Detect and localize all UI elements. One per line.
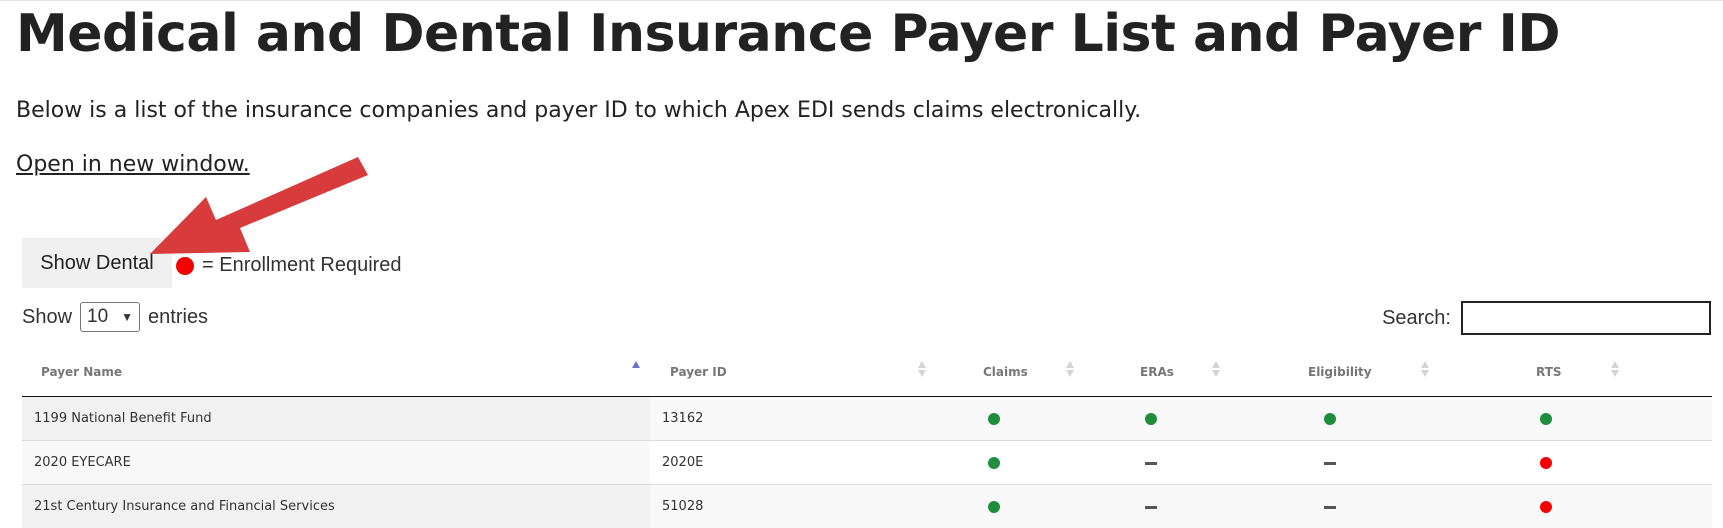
rts-cell bbox=[1438, 484, 1712, 528]
status-icon bbox=[1540, 501, 1552, 513]
payer-name: 1199 National Benefit Fund bbox=[34, 411, 212, 426]
rts-cell bbox=[1438, 396, 1712, 441]
eligibility-cell bbox=[1228, 440, 1438, 485]
column-label: Claims bbox=[983, 365, 1028, 379]
status-icon bbox=[1145, 506, 1157, 509]
payer-id: 51028 bbox=[662, 499, 704, 514]
status-icon bbox=[1145, 462, 1157, 465]
table-header-row: Payer Name Payer ID Claims ERAs Eligibil… bbox=[22, 350, 1712, 397]
column-label: Payer ID bbox=[670, 365, 727, 379]
entries-length-control: Show 10 ▼ entries bbox=[22, 302, 208, 332]
column-label: Payer Name bbox=[41, 365, 123, 379]
column-label: RTS bbox=[1536, 365, 1562, 379]
column-label: Eligibility bbox=[1308, 365, 1372, 379]
claims-cell bbox=[912, 396, 1072, 441]
chevron-down-icon: ▼ bbox=[121, 310, 134, 324]
rts-cell bbox=[1438, 440, 1712, 485]
payer-id: 13162 bbox=[662, 411, 704, 426]
eligibility-cell bbox=[1228, 484, 1438, 528]
claims-cell bbox=[912, 484, 1072, 528]
payer-name: 2020 EYECARE bbox=[34, 455, 131, 470]
search-input[interactable] bbox=[1461, 301, 1711, 335]
column-header-payer-name[interactable]: Payer Name bbox=[22, 350, 650, 397]
table-row[interactable]: 21st Century Insurance and Financial Ser… bbox=[22, 484, 1712, 528]
status-icon bbox=[988, 413, 1000, 425]
show-label: Show bbox=[22, 305, 73, 328]
sort-icon bbox=[1212, 361, 1220, 379]
entries-label: entries bbox=[148, 305, 209, 328]
status-icon bbox=[1540, 413, 1552, 425]
status-icon bbox=[988, 457, 1000, 469]
legend-text: = Enrollment Required bbox=[202, 254, 402, 276]
enrollment-required-dot-icon bbox=[176, 256, 194, 275]
table-row[interactable]: 1199 National Benefit Fund 13162 bbox=[22, 396, 1712, 441]
enrollment-legend: = Enrollment Required bbox=[176, 254, 402, 277]
column-header-payer-id[interactable]: Payer ID bbox=[650, 350, 926, 397]
search-control: Search: bbox=[1382, 301, 1711, 335]
table-row[interactable]: 2020 EYECARE 2020E bbox=[22, 440, 1712, 485]
status-icon bbox=[1145, 413, 1157, 425]
page-title: Medical and Dental Insurance Payer List … bbox=[16, 4, 1561, 64]
page: Medical and Dental Insurance Payer List … bbox=[0, 0, 1723, 528]
column-header-eras[interactable]: ERAs bbox=[1072, 350, 1228, 397]
payer-id-cell: 51028 bbox=[650, 484, 912, 528]
payer-id-cell: 13162 bbox=[650, 396, 912, 441]
payer-name-cell: 21st Century Insurance and Financial Ser… bbox=[22, 484, 650, 528]
payer-name-cell: 2020 EYECARE bbox=[22, 440, 650, 485]
payer-name: 21st Century Insurance and Financial Ser… bbox=[34, 499, 335, 514]
sort-ascending-icon bbox=[632, 361, 640, 379]
sort-icon bbox=[1611, 361, 1619, 379]
status-icon bbox=[1324, 462, 1336, 465]
search-label: Search: bbox=[1382, 306, 1451, 329]
open-in-new-window-link[interactable]: Open in new window. bbox=[16, 152, 250, 177]
claims-cell bbox=[912, 440, 1072, 485]
column-header-claims[interactable]: Claims bbox=[912, 350, 1074, 397]
status-icon bbox=[1324, 413, 1336, 425]
eras-cell bbox=[1072, 440, 1228, 485]
eras-cell bbox=[1072, 484, 1228, 528]
eras-cell bbox=[1072, 396, 1228, 441]
top-divider bbox=[0, 0, 1723, 1]
status-icon bbox=[1324, 506, 1336, 509]
payer-name-cell: 1199 National Benefit Fund bbox=[22, 396, 650, 441]
payer-id: 2020E bbox=[662, 455, 704, 470]
eligibility-cell bbox=[1228, 396, 1438, 441]
column-header-rts[interactable]: RTS bbox=[1438, 350, 1712, 397]
payer-table: Payer Name Payer ID Claims ERAs Eligibil… bbox=[22, 350, 1712, 528]
intro-text: Below is a list of the insurance compani… bbox=[16, 98, 1142, 123]
show-dental-button[interactable]: Show Dental bbox=[22, 238, 172, 288]
status-icon bbox=[988, 501, 1000, 513]
payer-id-cell: 2020E bbox=[650, 440, 912, 485]
status-icon bbox=[1540, 457, 1552, 469]
entries-select-value: 10 bbox=[87, 306, 109, 327]
entries-select[interactable]: 10 ▼ bbox=[80, 302, 141, 332]
sort-icon bbox=[1421, 361, 1429, 379]
column-label: ERAs bbox=[1140, 365, 1174, 379]
column-header-eligibility[interactable]: Eligibility bbox=[1228, 350, 1438, 397]
